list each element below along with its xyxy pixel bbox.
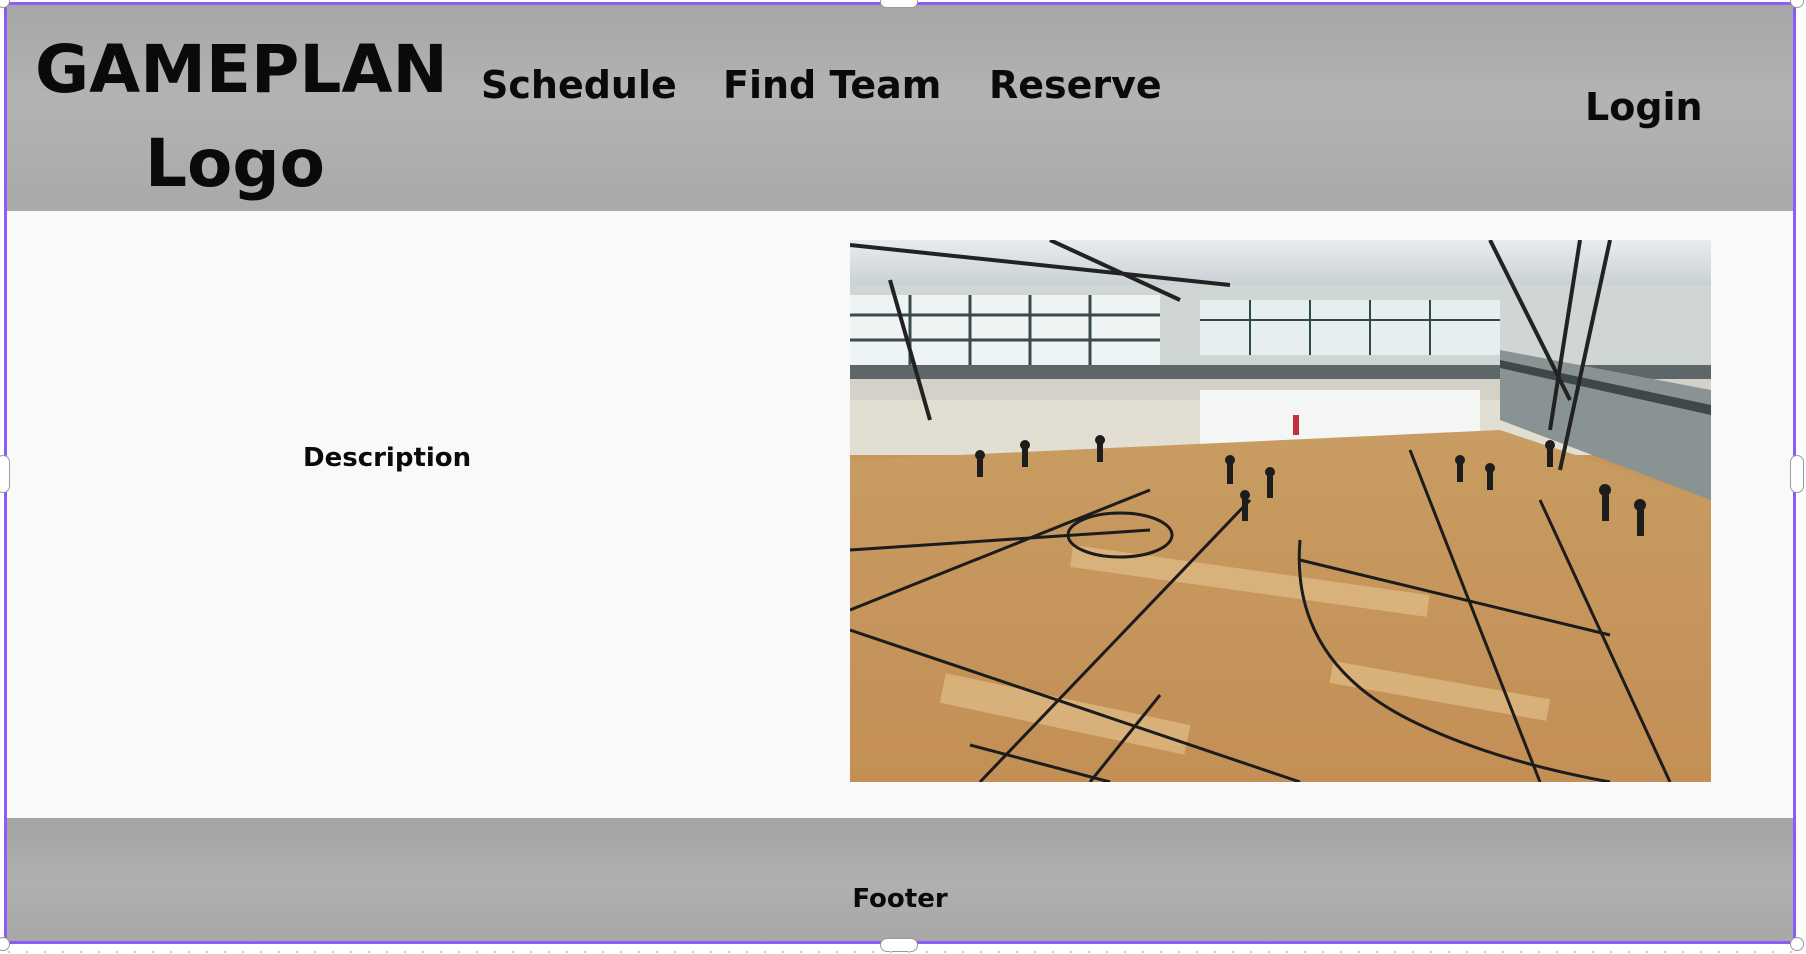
logo[interactable]: GAMEPLAN Logo xyxy=(35,23,448,211)
page-frame[interactable]: GAMEPLAN Logo Schedule Find Team Reserve… xyxy=(4,2,1796,944)
main-content: Description xyxy=(7,211,1793,818)
logo-title: GAMEPLAN xyxy=(35,31,448,108)
resize-corner-bottom-right[interactable] xyxy=(1790,937,1804,951)
resize-handle-right[interactable] xyxy=(1790,455,1804,493)
description-text: Description xyxy=(303,443,472,473)
site-header: GAMEPLAN Logo Schedule Find Team Reserve… xyxy=(7,5,1793,211)
resize-corner-bottom-left[interactable] xyxy=(0,937,10,951)
nav-find-team-link[interactable]: Find Team xyxy=(723,63,941,107)
logo-subtitle: Logo xyxy=(145,125,325,202)
resize-handle-left[interactable] xyxy=(0,455,10,493)
footer-text: Footer xyxy=(852,884,948,914)
login-link[interactable]: Login xyxy=(1585,85,1703,129)
resize-handle-top[interactable] xyxy=(880,0,918,8)
page-boundary-dots xyxy=(0,950,1806,954)
nav-schedule-link[interactable]: Schedule xyxy=(481,63,677,107)
site-footer: Footer xyxy=(7,818,1793,941)
design-canvas: GAMEPLAN Logo Schedule Find Team Reserve… xyxy=(0,0,1806,954)
resize-corner-top-right[interactable] xyxy=(1790,0,1804,8)
nav-reserve-link[interactable]: Reserve xyxy=(989,63,1162,107)
gym-court-photo xyxy=(850,240,1711,782)
